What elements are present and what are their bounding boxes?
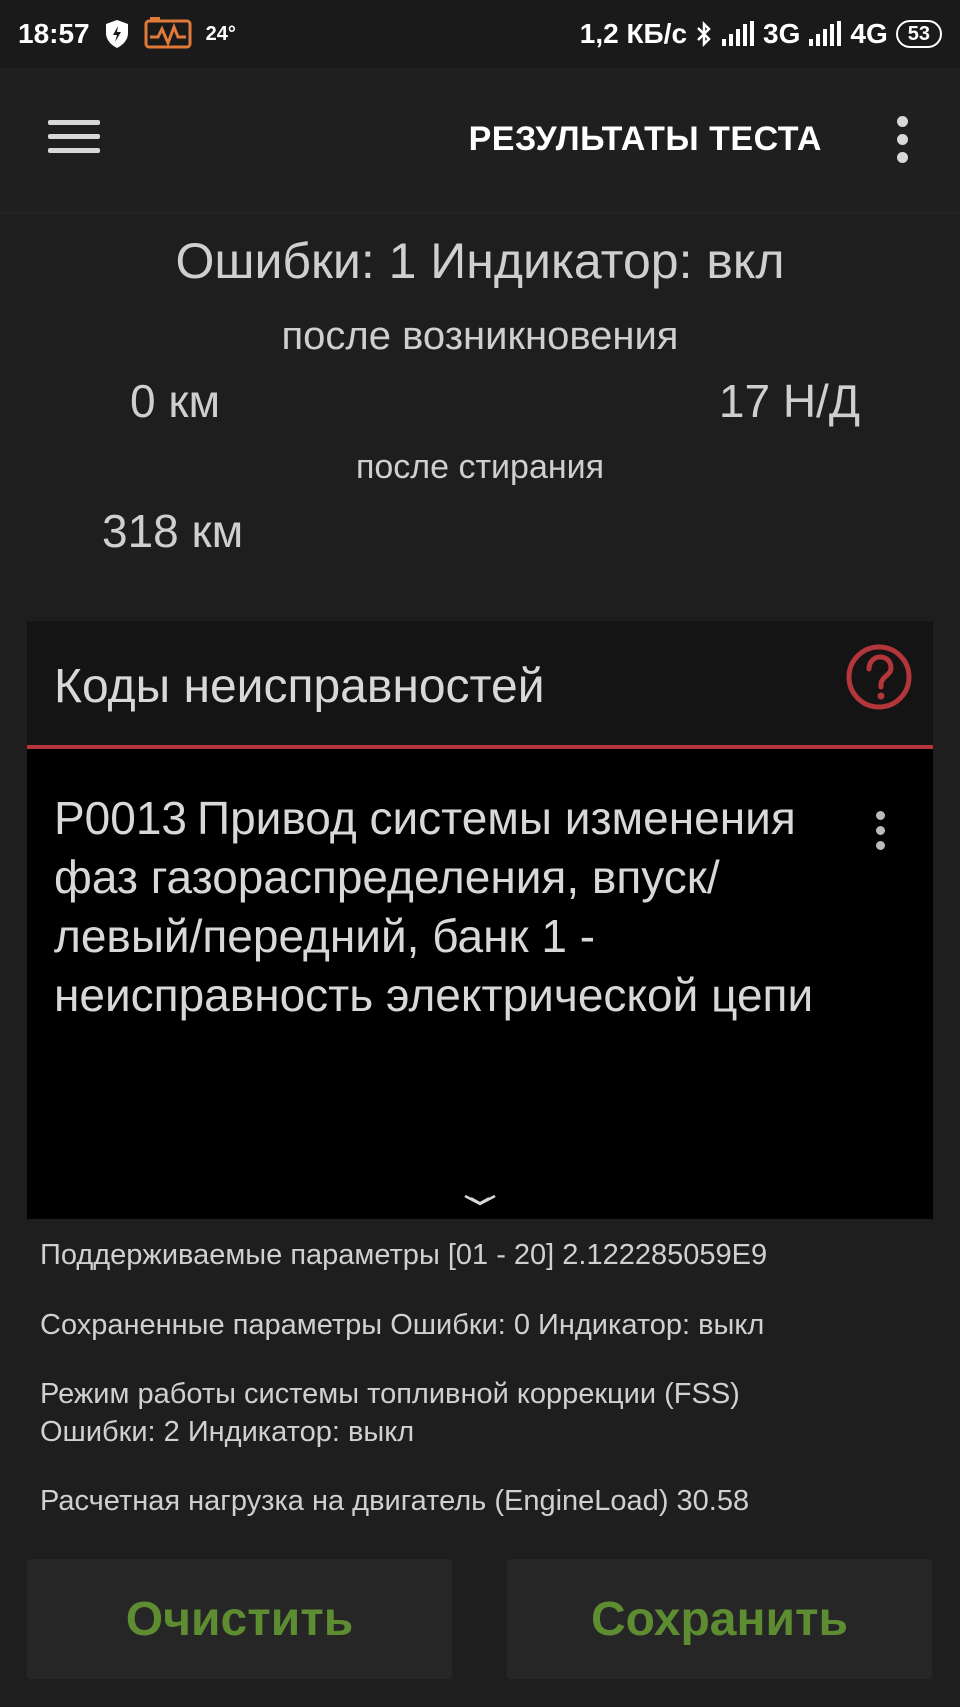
code-options-icon[interactable] <box>873 811 887 857</box>
occurrence-distance: 0 км <box>130 375 221 427</box>
shield-icon <box>104 19 130 49</box>
trouble-codes-header: Коды неисправностей <box>27 621 933 749</box>
signal-icon-1 <box>721 21 755 47</box>
status-bar: 18:57 24° 1,2 КБ/с 3G 4G 53 <box>0 0 960 68</box>
clear-button[interactable]: Очистить <box>27 1559 452 1679</box>
param-engine-load: Расчетная нагрузка на двигатель (EngineL… <box>40 1485 750 1517</box>
more-options-icon[interactable] <box>892 116 912 164</box>
page-title: РЕЗУЛЬТАТЫ ТЕСТА <box>468 120 822 158</box>
after-erase-label: после стирания <box>355 448 605 486</box>
app-bar: РЕЗУЛЬТАТЫ ТЕСТА <box>0 68 960 214</box>
chevron-down-icon[interactable] <box>463 1193 497 1209</box>
network-type-1: 3G <box>763 18 801 49</box>
param-supported: Поддерживаемые параметры [01 - 20] 2.122… <box>40 1239 768 1271</box>
obd-app-icon <box>144 17 192 51</box>
errors-summary: Ошибки: 1 Индикатор: вкл <box>175 233 785 289</box>
save-button[interactable]: Сохранить <box>507 1559 932 1679</box>
battery-indicator: 53 <box>895 20 942 48</box>
param-fuel-system-line1: Режим работы системы топливной коррекции… <box>40 1378 740 1410</box>
trouble-codes-title: Коды неисправностей <box>54 660 545 713</box>
bluetooth-icon <box>695 20 713 48</box>
clock: 18:57 <box>18 18 90 49</box>
trouble-codes-panel: Коды неисправностей P0013 Привод системы … <box>27 621 933 1219</box>
param-fuel-system-line2: Ошибки: 2 Индикатор: выкл <box>40 1416 415 1448</box>
trouble-code-id: P0013 <box>54 792 188 844</box>
after-occurrence-label: после возникновения <box>281 314 679 358</box>
help-icon[interactable] <box>845 643 913 711</box>
temperature: 24° <box>205 22 236 45</box>
network-type-2: 4G <box>850 18 888 49</box>
param-fuel-system: Режим работы системы топливной коррекции… <box>40 1375 920 1451</box>
erase-distance: 318 км <box>102 505 244 557</box>
trouble-code-item[interactable]: P0013 Привод системы изменения фаз газора… <box>54 789 814 1025</box>
hamburger-menu-icon[interactable] <box>48 120 100 160</box>
network-speed: 1,2 КБ/с <box>579 18 688 49</box>
param-freeze-frame: Сохраненные параметры Ошибки: 0 Индикато… <box>40 1309 765 1341</box>
signal-icon-2 <box>808 21 842 47</box>
occurrence-nd: 17 Н/Д <box>718 375 860 427</box>
